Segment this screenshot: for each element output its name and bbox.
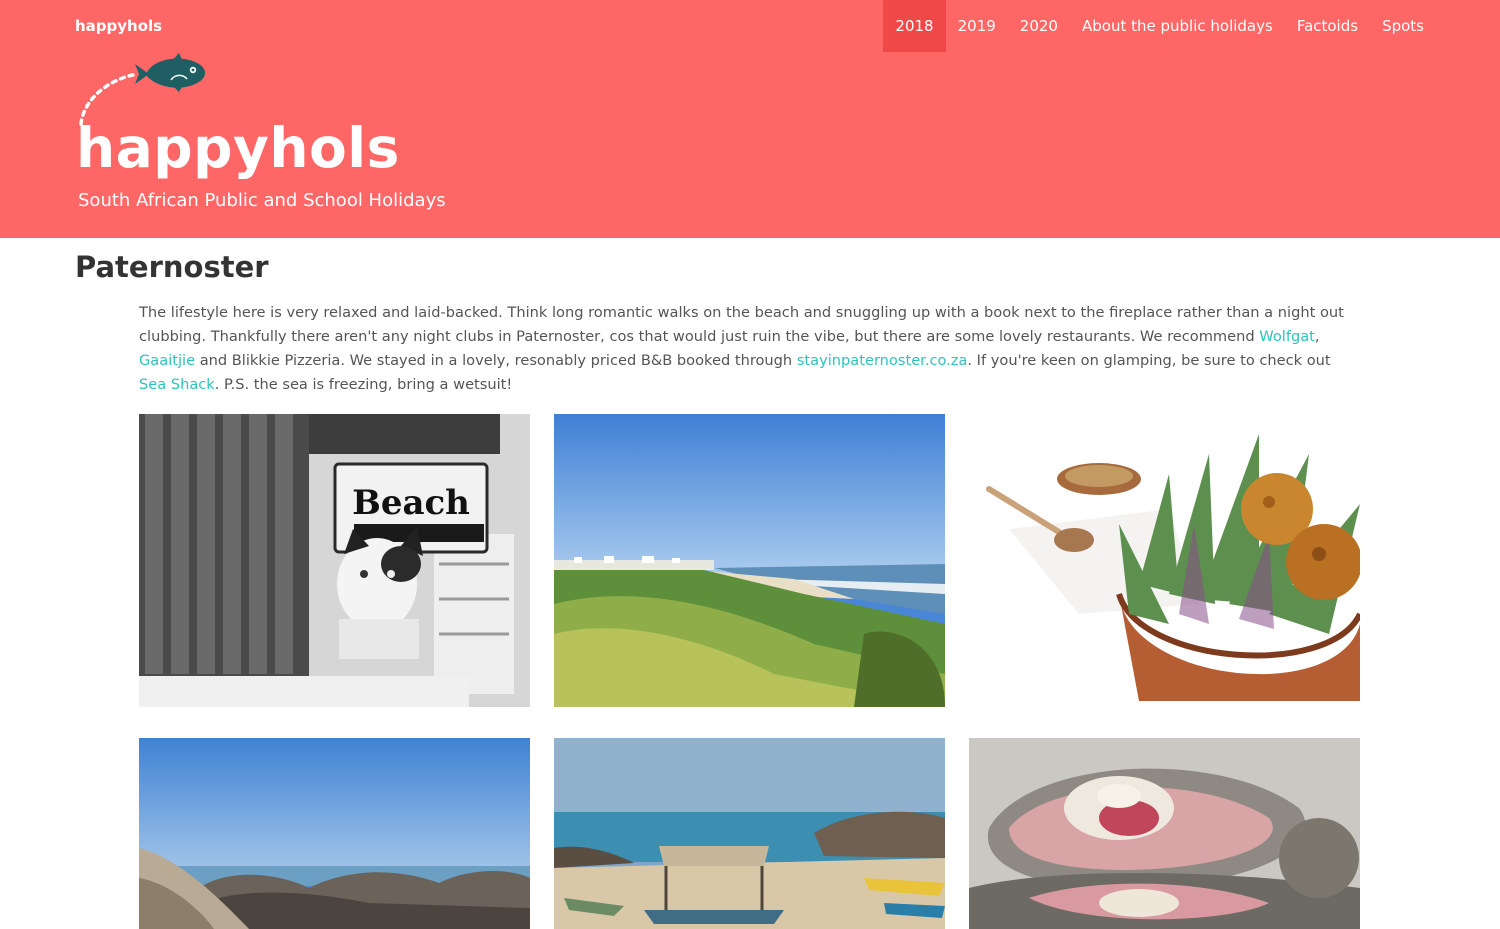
brand-link[interactable]: happyhols — [75, 15, 162, 37]
site-tagline: South African Public and School Holidays — [78, 190, 446, 211]
beach-sign-text: Beach — [352, 483, 470, 523]
link-sea-shack[interactable]: Sea Shack — [139, 376, 215, 393]
nav-item-2018[interactable]: 2018 — [883, 0, 946, 52]
main-nav: 2018 2019 2020 About the public holidays… — [883, 0, 1436, 52]
photo-coastal-rocks[interactable] — [139, 738, 530, 929]
nav-item-factoids[interactable]: Factoids — [1285, 0, 1370, 52]
intro-text-4: . P.S. the sea is freezing, bring a wets… — [214, 376, 513, 393]
nav-item-about[interactable]: About the public holidays — [1070, 0, 1285, 52]
photo-beach-shelter[interactable] — [554, 738, 945, 929]
photo-beach-sign-cat[interactable]: Beach — [139, 414, 530, 707]
logo-wordmark: happyhols — [76, 116, 400, 180]
intro-text-2: and Blikkie Pizzeria. We stayed in a lov… — [195, 352, 797, 369]
link-stayinpaternoster[interactable]: stayinpaternoster.co.za — [797, 352, 968, 369]
nav-item-2020[interactable]: 2020 — [1008, 0, 1070, 52]
nav-item-spots[interactable]: Spots — [1370, 0, 1436, 52]
intro-paragraph: The lifestyle here is very relaxed and l… — [139, 301, 1361, 397]
intro-text-3: . If you're keen on glamping, be sure to… — [967, 352, 1331, 369]
link-wolfgat[interactable]: Wolfgat — [1259, 328, 1315, 345]
photo-coastal-landscape[interactable] — [554, 414, 945, 707]
site-header: happyhols 2018 2019 2020 About the publi… — [0, 0, 1500, 238]
nav-item-2019[interactable]: 2019 — [946, 0, 1008, 52]
link-gaaitjie[interactable]: Gaaitjie — [139, 352, 195, 369]
photo-oysters[interactable] — [969, 738, 1360, 929]
intro-separator: , — [1314, 328, 1320, 345]
page-title: Paternoster — [75, 250, 269, 284]
photo-food-bowl[interactable] — [969, 414, 1360, 701]
intro-text-1: The lifestyle here is very relaxed and l… — [139, 304, 1344, 345]
